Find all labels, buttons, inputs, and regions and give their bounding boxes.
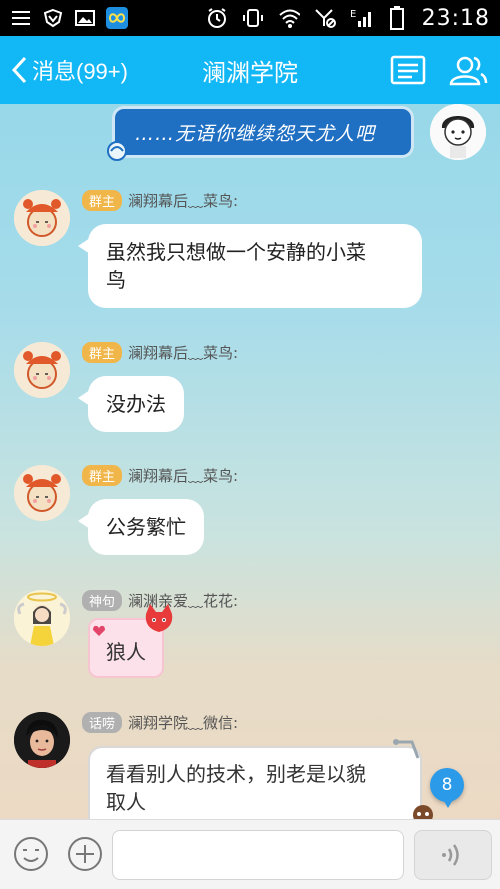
more-options-button[interactable]	[66, 835, 104, 873]
message-row: 话唠 澜翔学院﹏微信: 看看别人的技术，别老是以貌 取人	[0, 708, 500, 820]
young-man-avatar-icon	[14, 712, 70, 768]
shield-icon	[42, 7, 64, 29]
cat-sticker-icon	[413, 805, 433, 820]
message-line: 虽然我只想做一个安静的小菜	[106, 240, 366, 264]
message-line: 取人	[106, 790, 146, 814]
sender-name[interactable]: 澜翔幕后﹏菜鸟:	[128, 342, 238, 363]
avatar[interactable]	[14, 342, 70, 398]
svg-text:E: E	[350, 9, 356, 20]
title-badge: 神句	[82, 590, 123, 611]
message-row: 群主 澜翔幕后﹏菜鸟: 公务繁忙	[0, 461, 500, 561]
message-bubble[interactable]: 看看别人的技术，别老是以貌 取人	[88, 746, 422, 820]
title-badge: 群主	[82, 190, 123, 211]
status-bar: E 23:18	[0, 0, 500, 36]
infinity-app-icon	[106, 7, 128, 29]
back-button[interactable]: 消息(99+)	[10, 36, 128, 104]
sender-name[interactable]: 澜翔学院﹏微信:	[128, 712, 238, 733]
message-input[interactable]	[112, 830, 404, 880]
image-icon	[74, 7, 96, 29]
bubble-ornament-icon	[393, 739, 420, 759]
message-line: 鸟	[106, 268, 126, 292]
unread-count-badge[interactable]: 8	[430, 768, 464, 802]
message-bubble[interactable]: 公务繁忙	[78, 499, 204, 555]
voice-wave-icon	[442, 844, 459, 866]
wifi-icon	[278, 7, 300, 29]
avatar[interactable]	[430, 104, 486, 160]
message-row: 群主 澜翔幕后﹏菜鸟: 没办法	[0, 338, 500, 438]
back-label: 消息(99+)	[32, 59, 128, 84]
alarm-icon	[206, 7, 228, 29]
message-self: ……无语你继续怨天尤人吧	[0, 104, 500, 166]
message-text: 狼人	[106, 640, 146, 664]
message-text: ……无语你继续怨天尤人吧	[135, 123, 376, 145]
crab-avatar-icon	[14, 342, 70, 398]
message-row: 神句 澜渊亲爱﹏花花: 狼人	[0, 582, 500, 692]
sender-line: 话唠 澜翔学院﹏微信:	[82, 712, 238, 733]
avatar[interactable]	[14, 190, 70, 246]
sender-line: 群主 澜翔幕后﹏菜鸟:	[82, 190, 238, 211]
no-signal-icon	[314, 7, 336, 29]
people-icon	[449, 56, 488, 86]
message-row: 群主 澜翔幕后﹏菜鸟: 虽然我只想做一个安静的小菜 鸟	[0, 186, 500, 316]
crab-avatar-icon	[14, 190, 70, 246]
vibrate-icon	[242, 7, 264, 29]
smiley-icon	[14, 837, 48, 871]
emoji-button[interactable]	[12, 835, 50, 873]
title-bar: 消息(99+) 澜渊学院	[0, 36, 500, 104]
message-bubble[interactable]: 没办法	[78, 376, 184, 432]
badge-tail-icon	[442, 798, 454, 808]
crab-avatar-icon	[14, 465, 70, 521]
plus-icon	[68, 837, 102, 871]
message-line: 没办法	[106, 392, 166, 416]
group-info-button[interactable]	[388, 50, 428, 90]
sender-line: 群主 澜翔幕后﹏菜鸟:	[82, 465, 238, 486]
voice-button[interactable]	[414, 830, 492, 880]
cartoon-girl-avatar-icon	[430, 104, 486, 160]
unread-count: 8	[441, 775, 453, 795]
sender-name[interactable]: 澜翔幕后﹏菜鸟:	[128, 465, 238, 486]
avatar[interactable]	[14, 590, 70, 646]
avatar[interactable]	[14, 712, 70, 768]
sender-line: 群主 澜翔幕后﹏菜鸟:	[82, 342, 238, 363]
message-bubble[interactable]: 狼人	[88, 604, 173, 678]
menu-icon	[10, 7, 32, 29]
battery-icon	[386, 6, 408, 30]
title-badge: 话唠	[82, 712, 123, 733]
title-badge: 群主	[82, 465, 123, 486]
message-line: 看看别人的技术，别老是以貌	[106, 762, 366, 786]
angel-girl-avatar-icon	[14, 590, 70, 646]
heart-icon	[93, 625, 105, 636]
title-badge: 群主	[82, 342, 123, 363]
input-bar	[0, 819, 500, 889]
message-bubble[interactable]: 虽然我只想做一个安静的小菜 鸟	[78, 224, 422, 308]
members-button[interactable]	[448, 50, 488, 90]
message-line: 公务繁忙	[106, 515, 186, 539]
sender-name[interactable]: 澜翔幕后﹏菜鸟:	[128, 190, 238, 211]
swirl-decoration-icon	[107, 141, 127, 161]
fox-sticker-icon	[145, 604, 173, 632]
avatar[interactable]	[14, 465, 70, 521]
decorated-bubble[interactable]: ……无语你继续怨天尤人吧	[107, 106, 414, 161]
clock: 23:18	[421, 5, 490, 31]
chevron-left-icon	[11, 56, 27, 84]
signal-e-icon: E	[350, 7, 372, 29]
document-icon	[390, 55, 426, 85]
